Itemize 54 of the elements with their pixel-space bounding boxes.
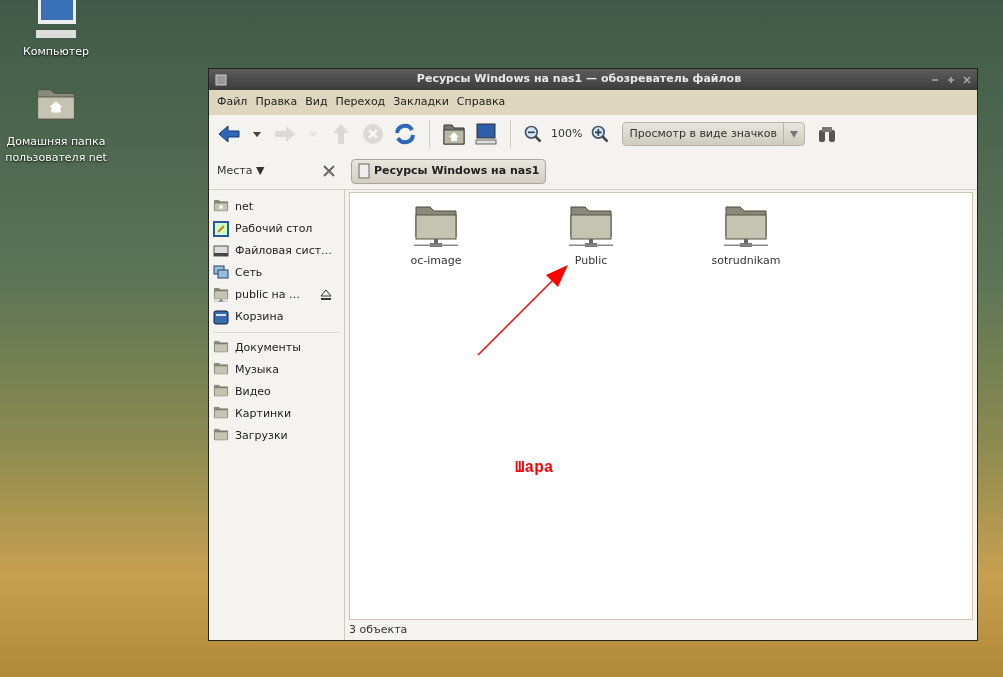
file-item[interactable]: sotrudnikam [696,203,796,270]
network-icon [213,265,229,281]
folder-icon [213,340,229,356]
desktop-icon [213,221,229,237]
drive-icon [213,243,229,259]
binoculars-icon[interactable] [817,124,838,144]
folder-icon [213,384,229,400]
close-icon[interactable] [323,165,335,177]
file-item[interactable]: Public [541,203,641,270]
caret-icon [790,130,799,138]
desktop-icon-label: Домашняя папка пользователя net [4,134,108,166]
close-icon[interactable] [963,75,971,84]
menu-item[interactable]: Справка [452,94,510,111]
eject-icon[interactable] [320,289,332,301]
location-button[interactable]: Ресурсы Windows на nas1 [351,158,547,184]
sidebar-item[interactable]: Видео [213,381,340,403]
network-folder-icon [213,287,229,303]
sidebar-item[interactable]: Рабочий стол [213,218,340,240]
desktop-icon-label: Компьютер [22,44,90,60]
menu-item[interactable]: Правка [251,94,302,111]
folder-icon [213,406,229,422]
zoom-level: 100% [551,125,583,142]
home-folder-icon [213,199,229,215]
menu-item[interactable]: Файл [213,94,252,111]
computer-icon[interactable] [474,122,498,146]
window-title: Ресурсы Windows на nas1 — обозреватель файлов [415,71,743,88]
folder-icon [213,428,229,444]
sidebar-item[interactable]: net [213,196,340,218]
menu-item[interactable]: Вид [301,94,332,111]
back-arrow-icon[interactable] [217,122,241,146]
sidebar-item[interactable]: Файловая сист… [213,240,340,262]
sidebar-item[interactable]: Загрузки [213,425,340,447]
sidebar-item[interactable]: public на … [213,284,340,306]
window-menu-icon[interactable] [215,73,227,86]
home-folder-icon[interactable] [442,122,466,146]
reload-icon[interactable] [393,122,417,146]
status-text: 3 объекта [349,621,409,638]
trash-icon [213,309,229,325]
sidebar-item[interactable]: Музыка [213,359,340,381]
zoom-in-icon[interactable] [590,124,611,144]
file-item[interactable]: oc-image [386,203,486,270]
folder-icon [213,362,229,378]
places-dropdown[interactable]: Места ▼ [217,162,265,180]
network-drive-icon [358,163,370,179]
menu-item[interactable]: Переход [331,94,390,111]
annotation-text: Шара [515,458,554,479]
sidebar-item[interactable]: Сеть [213,262,340,284]
zoom-out-icon[interactable] [523,124,543,144]
maximize-icon[interactable] [947,75,955,84]
sidebar-item[interactable]: Документы [213,337,340,359]
menu-item[interactable]: Закладки [389,94,453,111]
sidebar-item[interactable]: Картинки [213,403,340,425]
view-mode-dropdown[interactable]: Просмотр в виде значков [622,122,806,146]
sidebar-item[interactable]: Корзина [213,306,340,328]
